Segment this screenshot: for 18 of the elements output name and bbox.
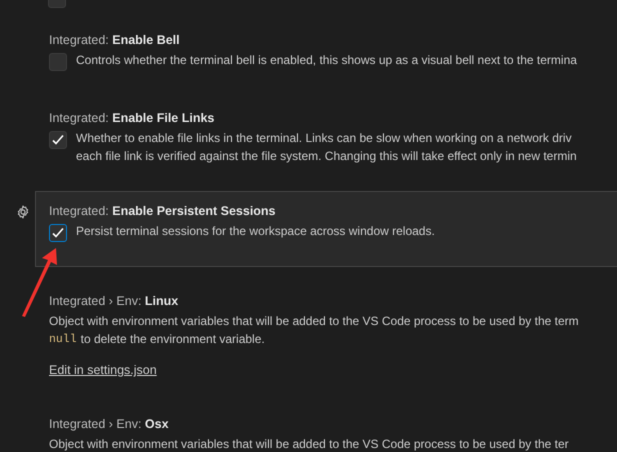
setting-title: Integrated › Env: Linux bbox=[49, 294, 180, 308]
checkbox[interactable] bbox=[49, 224, 67, 242]
setting-title: Integrated: Enable Bell bbox=[49, 33, 181, 47]
setting-title: Integrated › Env: Osx bbox=[49, 417, 170, 431]
checkbox[interactable] bbox=[49, 53, 67, 71]
setting-title: Integrated: Enable Persistent Sessions bbox=[49, 204, 277, 218]
setting-description: to delete the environment variable. bbox=[80, 332, 265, 347]
setting-description: Object with environment variables that will be added to the VS Code process to be used by the term bbox=[49, 314, 580, 329]
code-keyword: null bbox=[49, 332, 77, 347]
setting-description: Persist terminal sessions for the workspace across window reloads. bbox=[76, 224, 435, 239]
edit-settings-link[interactable]: Edit in settings.json bbox=[49, 363, 157, 377]
setting-description: Controls whether the terminal bell is enabled, this shows up as a visual bell next to the termina bbox=[76, 53, 577, 68]
checkbox[interactable] bbox=[49, 131, 67, 149]
settings-gear-icon[interactable] bbox=[16, 205, 30, 219]
setting-description: each file link is verified against the file system. Changing this will take effect only in new termin bbox=[76, 149, 577, 164]
setting-title: Integrated: Enable File Links bbox=[49, 111, 216, 125]
setting-description: Object with environment variables that will be added to the VS Code process to be used by the ter bbox=[49, 437, 570, 452]
setting-description: Whether to enable file links in the terminal. Links can be slow when working on a network driv bbox=[76, 131, 573, 146]
